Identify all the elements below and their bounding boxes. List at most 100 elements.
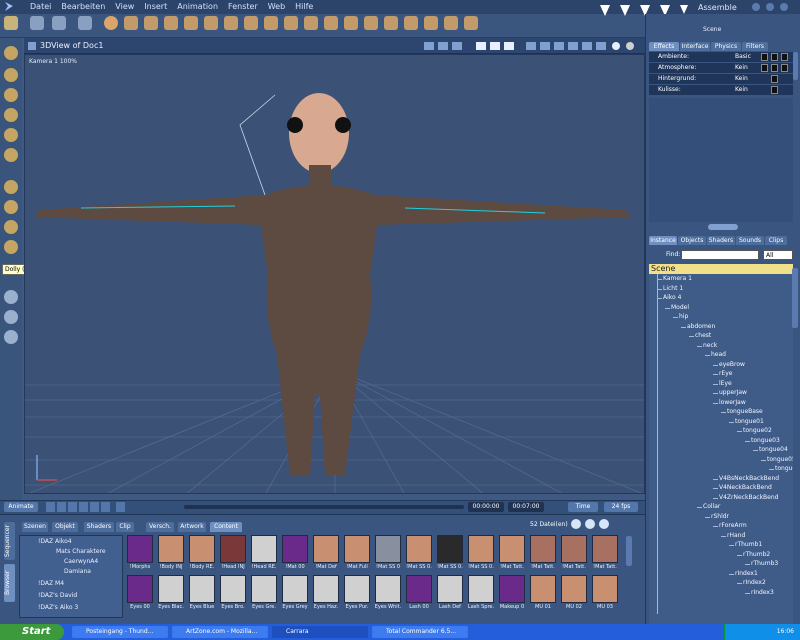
tab-filters[interactable]: Filters (742, 42, 768, 51)
animate-button[interactable]: Animate (4, 502, 38, 512)
tree-node[interactable]: hip (679, 313, 688, 320)
view-menu-icon[interactable] (28, 42, 36, 50)
light-icon[interactable] (364, 16, 378, 30)
timeline-slider[interactable] (184, 505, 464, 509)
sphere-icon[interactable] (104, 16, 118, 30)
effects-scrollbar[interactable] (793, 52, 798, 80)
content-thumbnail[interactable] (344, 535, 370, 563)
move-tool-icon[interactable] (4, 68, 18, 82)
paint-tool-icon[interactable] (4, 148, 18, 162)
tab-clip[interactable]: Clip (116, 522, 134, 532)
tree-node[interactable]: tongue01 (735, 418, 764, 425)
content-thumbnail[interactable] (220, 575, 246, 603)
tab-shaders[interactable]: Shaders (84, 522, 114, 532)
content-thumbnail[interactable] (375, 575, 401, 603)
pencil-tool-icon[interactable] (4, 128, 18, 142)
content-thumbnail[interactable] (189, 575, 215, 603)
content-thumbnail[interactable] (468, 575, 494, 603)
tree-node[interactable]: V4BsNeckBackBend (719, 475, 779, 482)
tree-node[interactable]: tongue04 (759, 446, 788, 453)
cylinder-icon[interactable] (144, 16, 158, 30)
content-thumbnail[interactable] (220, 535, 246, 563)
tree-node[interactable]: tongue (775, 465, 793, 472)
network-icon[interactable] (424, 16, 438, 30)
menu-view[interactable]: View (115, 2, 134, 11)
3d-viewport[interactable]: Kamera 1 100% (24, 54, 645, 494)
time-mode-select[interactable]: Time (568, 502, 598, 512)
scene-root[interactable]: Scene (649, 264, 793, 274)
content-thumbnail[interactable] (127, 575, 153, 603)
menu-insert[interactable]: Insert (144, 2, 167, 11)
instance-scrollbar[interactable] (792, 268, 798, 328)
tree-node[interactable]: chest (695, 332, 711, 339)
tree-node[interactable]: lowerJaw (719, 399, 746, 406)
effect-row[interactable]: Hintergrund: Kein (649, 74, 793, 84)
tree-node[interactable]: tongue05 (767, 456, 793, 463)
pan-camera-icon[interactable] (4, 200, 18, 214)
tree-node[interactable]: rThumb2 (743, 551, 770, 558)
scale-tool-icon[interactable] (4, 108, 18, 122)
tree-node[interactable]: V4ZrNeckBackBend (719, 494, 778, 501)
task-thunderbird[interactable]: Posteingang - Thund... (72, 626, 168, 638)
hand-tool-icon[interactable] (30, 16, 44, 30)
content-thumbnail[interactable] (561, 575, 587, 603)
content-thumbnail[interactable] (406, 535, 432, 563)
tab-objects[interactable]: Objects (678, 236, 706, 245)
tab-instance[interactable]: Instance (649, 236, 677, 245)
content-thumbnail[interactable] (282, 575, 308, 603)
time-start-field[interactable]: 00:00:00 (468, 502, 504, 512)
tab-versch[interactable]: Versch. (146, 522, 174, 532)
zoom-icon[interactable] (4, 330, 18, 344)
group-icon[interactable] (444, 16, 458, 30)
menu-datei[interactable]: Datei (30, 2, 51, 11)
tree-node[interactable]: rEye (719, 370, 733, 377)
fps-select[interactable]: 24 fps (604, 502, 638, 512)
move-camera-icon[interactable] (4, 180, 18, 194)
content-thumbnail[interactable] (251, 535, 277, 563)
tree-node[interactable]: Licht 1 (663, 285, 683, 292)
content-thumbnail[interactable] (530, 535, 556, 563)
tree-node[interactable]: tongue02 (743, 427, 772, 434)
content-thumbnail[interactable] (561, 535, 587, 563)
effect-row[interactable]: Ambiente: Basic (649, 52, 793, 62)
cloud-icon[interactable] (324, 16, 338, 30)
content-thumbnail[interactable] (313, 575, 339, 603)
view-mode-buttons[interactable] (570, 518, 614, 530)
time-end-field[interactable]: 00:07:00 (508, 502, 544, 512)
menu-animation[interactable]: Animation (177, 2, 218, 11)
tab-clips[interactable]: Clips (765, 236, 787, 245)
tab-sounds[interactable]: Sounds (736, 236, 764, 245)
content-thumbnail[interactable] (158, 535, 184, 563)
tree-node[interactable]: rIndex1 (735, 570, 758, 577)
camera-icon[interactable] (4, 290, 18, 304)
plant-icon[interactable] (244, 16, 258, 30)
content-thumbnail[interactable] (158, 575, 184, 603)
ocean-icon[interactable] (264, 16, 278, 30)
tab-physics[interactable]: Physics (711, 42, 741, 51)
tab-interface[interactable]: Interface (680, 42, 710, 51)
hand-icon[interactable] (304, 16, 318, 30)
menu-hilfe[interactable]: Hilfe (295, 2, 313, 11)
tree-item[interactable]: CaerwynA4 (64, 558, 98, 565)
bone-icon[interactable] (464, 16, 478, 30)
tab-sequencer[interactable]: Sequencer (4, 522, 15, 560)
tree-item[interactable]: !DAZ's David (38, 592, 77, 599)
edit-tool-icon[interactable] (4, 16, 18, 30)
menu-bearbeiten[interactable]: Bearbeiten (61, 2, 105, 11)
fire-icon[interactable] (284, 16, 298, 30)
tab-browser[interactable]: Browser (4, 564, 15, 602)
content-thumbnail[interactable] (375, 535, 401, 563)
tab-shaders-panel[interactable]: Shaders (707, 236, 735, 245)
tree-node[interactable]: upperJaw (719, 389, 747, 396)
track-camera-icon[interactable] (4, 220, 18, 234)
tree-item[interactable]: !DAZ's Aiko 3 (38, 604, 78, 611)
figure-icon[interactable] (184, 16, 198, 30)
content-thumbnail[interactable] (499, 575, 525, 603)
tab-effects[interactable]: Effects (649, 42, 679, 51)
content-thumbnail[interactable] (406, 575, 432, 603)
tree-node[interactable]: Collar (703, 503, 720, 510)
tree-node[interactable]: rIndex2 (743, 579, 766, 586)
tab-content[interactable]: Content (210, 522, 242, 532)
tab-artwork[interactable]: Artwork (178, 522, 206, 532)
mesh-icon[interactable] (404, 16, 418, 30)
